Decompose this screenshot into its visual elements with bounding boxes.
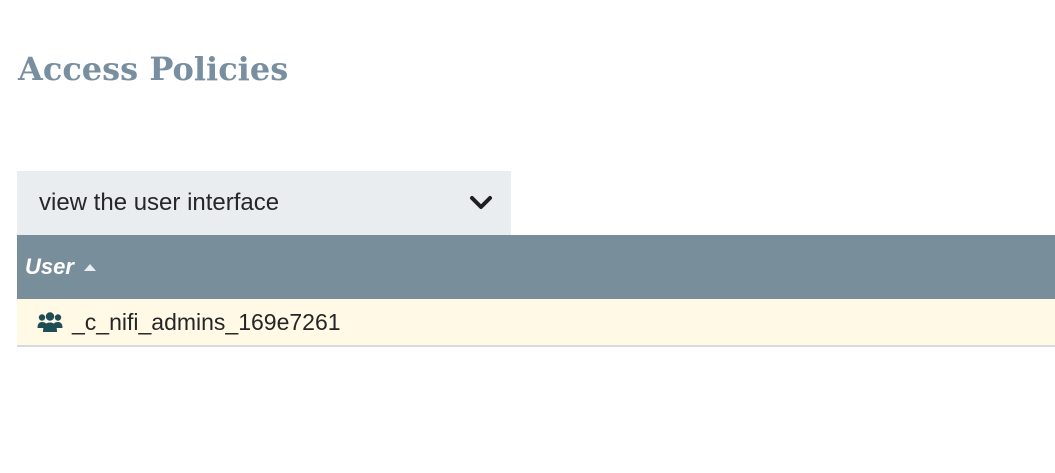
chevron-down-icon[interactable] (468, 193, 494, 213)
table-row[interactable]: _c_nifi_admins_169e7261 (17, 299, 1055, 347)
column-header-label: User (25, 254, 74, 279)
policy-select-value: view the user interface (39, 189, 280, 216)
sort-ascending-icon[interactable] (83, 262, 97, 272)
access-policies-page: Access Policies view the user interface … (0, 0, 1055, 473)
column-header-user[interactable]: User (25, 254, 97, 280)
policy-select[interactable]: view the user interface (17, 171, 511, 235)
user-group-icon (37, 311, 63, 333)
row-user-name: _c_nifi_admins_169e7261 (72, 308, 341, 335)
page-title: Access Policies (18, 50, 289, 88)
users-table: User _c_nifi_admins_169e7261 (17, 235, 1055, 347)
table-header: User (17, 235, 1055, 299)
